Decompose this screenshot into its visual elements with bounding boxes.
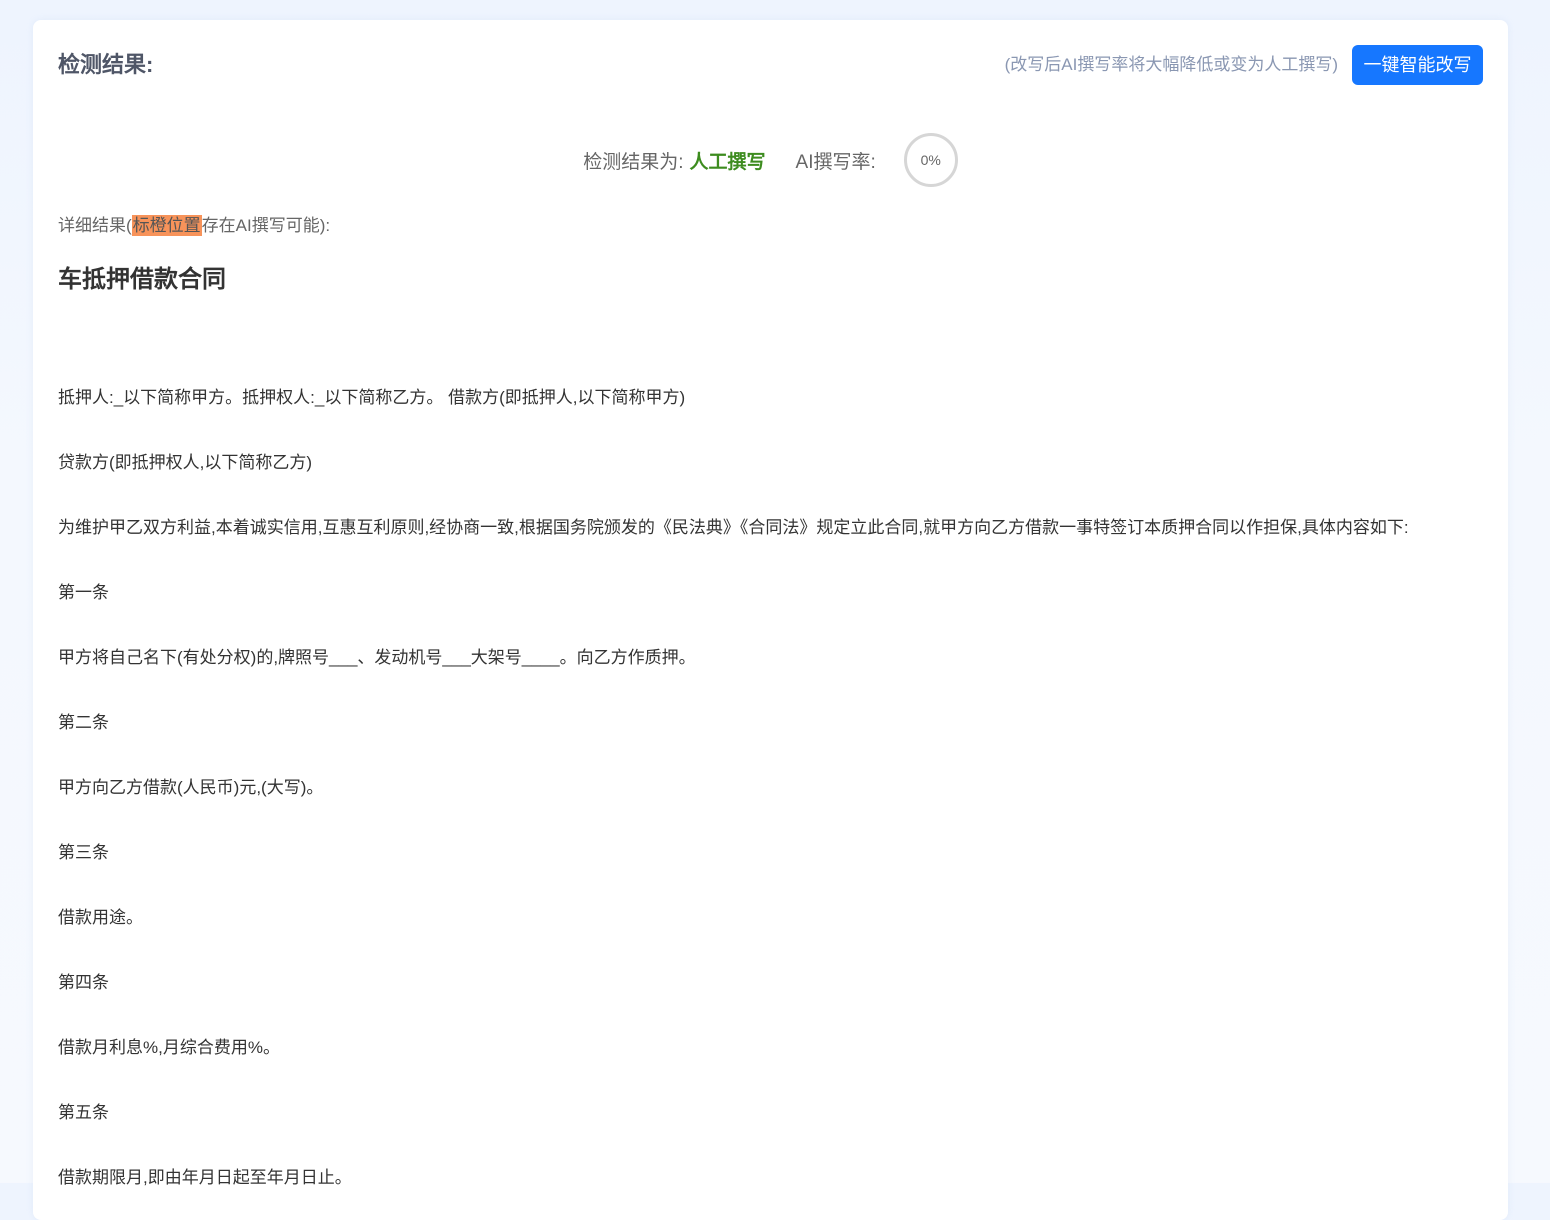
detection-result-card: 检测结果: (改写后AI撰写率将大幅降低或变为人工撰写) 一键智能改写 检测结果… [33,20,1508,1220]
document-body: 车抵押借款合同 抵押人:_以下简称甲方。抵押权人:_以下简称乙方。 借款方(即抵… [58,260,1483,1190]
paragraph: 抵押人:_以下简称甲方。抵押权人:_以下简称乙方。 借款方(即抵押人,以下简称甲… [58,388,686,407]
rewrite-hint: (改写后AI撰写率将大幅降低或变为人工撰写) [1004,55,1338,74]
paragraph: 第二条 [58,713,109,732]
document-title: 车抵押借款合同 [58,266,226,293]
result-value: 人工撰写 [689,151,766,173]
section-title: 检测结果: [58,52,154,77]
paragraph: 甲方向乙方借款(人民币)元,(大写)。 [58,778,324,797]
highlight-legend: 标橙位置 [131,215,202,236]
smart-rewrite-button[interactable]: 一键智能改写 [1352,45,1483,85]
paragraph: 贷款方(即抵押权人,以下简称乙方) [58,453,313,472]
paragraph: 第四条 [58,973,109,992]
detail-label: 详细结果(标橙位置存在AI撰写可能): [58,213,330,239]
detail-suffix: 存在AI撰写可能): [201,216,331,235]
ai-rate-value: 0% [920,152,941,168]
paragraph: 甲方将自己名下(有处分权)的,牌照号___、发动机号___大架号____。向乙方… [58,648,696,667]
paragraph: 借款用途。 [58,908,143,927]
result-summary: 检测结果为: 人工撰写 AI撰写率: 0% [33,132,1508,188]
ai-rate-ring: 0% [903,133,958,187]
paragraph: 为维护甲乙双方利益,本着诚实信用,互惠互利原则,经协商一致,根据国务院颁发的《民… [58,518,1409,537]
paragraph: 借款月利息%,月综合费用%。 [58,1038,280,1057]
detail-prefix: 详细结果( [58,216,132,235]
paragraph: 第一条 [58,583,109,602]
paragraph: 第五条 [58,1103,109,1122]
paragraph: 第三条 [58,843,109,862]
paragraph: 借款期限月,即由年月日起至年月日止。 [58,1168,352,1187]
ai-rate-label: AI撰写率: [795,151,876,173]
result-label: 检测结果为: [583,151,684,173]
